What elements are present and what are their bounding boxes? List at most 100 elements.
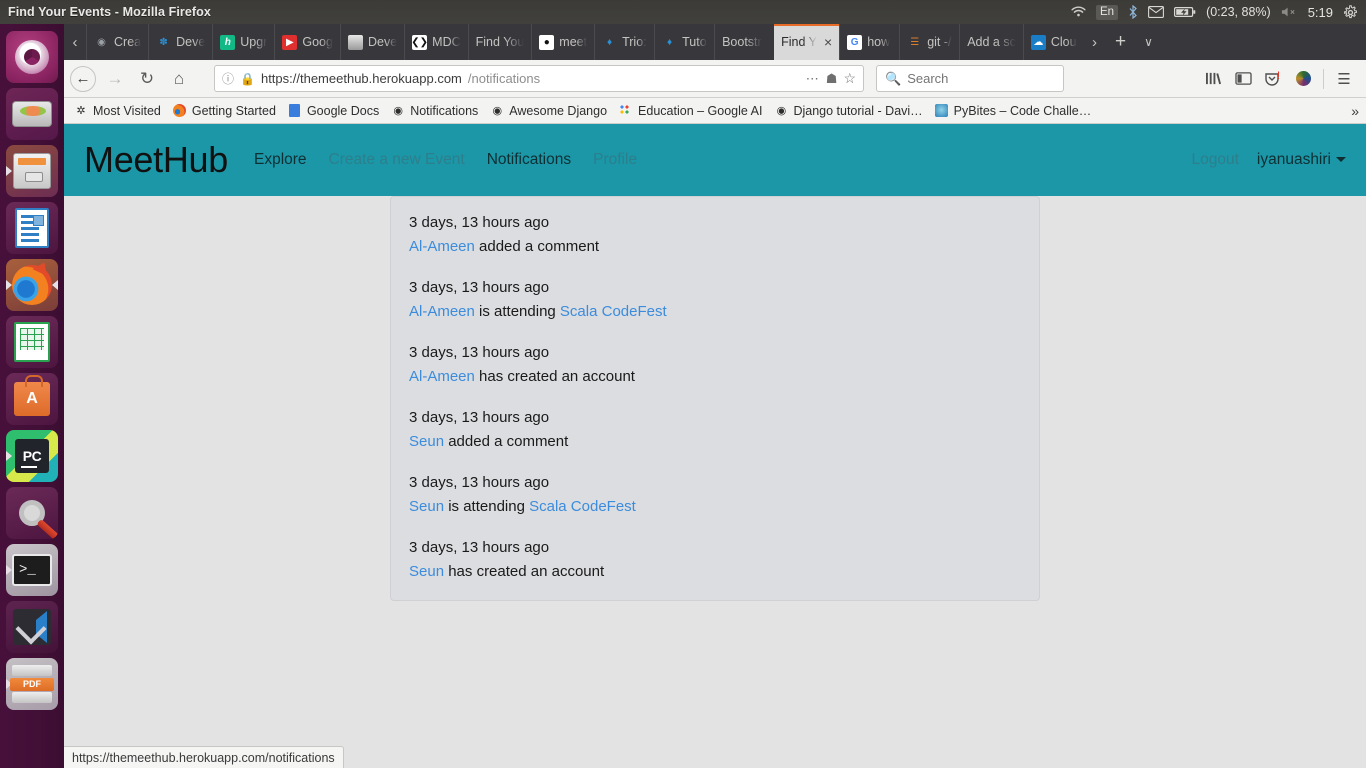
url-host: https://themeethub.herokuapp.com [260, 71, 462, 86]
bookmark-django-tutorial[interactable]: ◉ Django tutorial - Davi… [768, 100, 928, 121]
launcher-item-system-settings[interactable] [6, 487, 58, 539]
tab-git[interactable]: ☰ git -/ [899, 24, 959, 60]
battery-icon[interactable] [1174, 6, 1196, 18]
site-brand[interactable]: MeetHub [84, 139, 228, 181]
account-avatar-icon[interactable] [1289, 65, 1317, 93]
save-to-pocket-icon[interactable]: ! [1259, 65, 1287, 93]
notification-item: 3 days, 13 hours ago Al-Ameen is attendi… [409, 276, 1021, 324]
launcher-item-firefox[interactable] [6, 259, 58, 311]
launcher-item-disk-usage-analyzer[interactable] [6, 88, 58, 140]
chevron-down-icon[interactable]: ∨ [1136, 24, 1162, 60]
tab-mdc[interactable]: ❮❯ MDC [404, 24, 467, 60]
tab-trio[interactable]: ♦ Trio: [594, 24, 654, 60]
svg-text:!: ! [1277, 71, 1280, 82]
search-bar[interactable]: 🔍 [876, 65, 1064, 92]
tab-find-your-1[interactable]: Find You [467, 24, 532, 60]
nav-link-explore[interactable]: Explore [254, 151, 307, 169]
tab-tuto[interactable]: ♦ Tuto [654, 24, 714, 60]
bookmark-notifications[interactable]: ◉ Notifications [385, 100, 484, 121]
tab-goog[interactable]: ▶ Goog [274, 24, 340, 60]
bookmark-most-visited[interactable]: ✲ Most Visited [68, 100, 167, 121]
git-icon: ☰ [910, 36, 920, 48]
tab-label: MDC [432, 35, 461, 49]
launcher-item-libreoffice-calc[interactable] [6, 316, 58, 368]
tab-label: Bootstr [722, 35, 762, 49]
launcher-item-visual-studio-code[interactable] [6, 601, 58, 653]
notification-target-link[interactable]: Scala CodeFest [529, 498, 636, 515]
tab-label: how [867, 35, 891, 49]
pocket-icon[interactable]: ☗ [826, 71, 838, 87]
tab-crea[interactable]: ◉ Crea [86, 24, 148, 60]
notification-actor-link[interactable]: Seun [409, 433, 444, 450]
tab-bootstrap[interactable]: Bootstr [714, 24, 774, 60]
tab-upgr[interactable]: h Upgr [212, 24, 274, 60]
reload-icon[interactable]: ↻ [132, 65, 162, 93]
launcher-item-ubuntu-software[interactable]: A [6, 373, 58, 425]
launcher-item-pdf-tools[interactable]: PDF [6, 658, 58, 710]
trio-icon: ♦ [667, 36, 673, 48]
hamburger-menu-icon[interactable]: ☰ [1330, 65, 1358, 93]
logout-link[interactable]: Logout [1191, 151, 1238, 169]
unity-launcher: A PC >_ PDF [0, 24, 64, 768]
new-tab-button[interactable]: + [1106, 24, 1136, 60]
bluetooth-icon[interactable] [1128, 5, 1138, 19]
mail-icon[interactable] [1148, 6, 1165, 18]
tab-label: Upgr [240, 35, 268, 49]
notification-actor-link[interactable]: Al-Ameen [409, 368, 475, 385]
volume-muted-icon[interactable] [1281, 6, 1298, 18]
launcher-item-terminal[interactable]: >_ [6, 544, 58, 596]
bookmark-education-google-ai[interactable]: Education – Google AI [613, 100, 768, 121]
tab-meet[interactable]: ● meet [531, 24, 594, 60]
back-arrow-icon[interactable]: ← [70, 65, 96, 92]
notification-target-link[interactable]: Scala CodeFest [560, 303, 667, 320]
site-nav-links: Explore Create a new Event Notifications… [254, 151, 637, 169]
notification-actor-link[interactable]: Seun [409, 498, 444, 515]
launcher-item-libreoffice-writer[interactable] [6, 202, 58, 254]
gear-icon[interactable] [1343, 4, 1358, 20]
tab-find-your-events-active[interactable]: Find Y × [774, 24, 840, 60]
launcher-item-ubuntu-dash[interactable] [6, 31, 58, 83]
tabs-scroll-left-button[interactable]: ‹ [64, 24, 86, 60]
address-bar[interactable]: ⓘ 🔒 https://themeethub.herokuapp.com/not… [214, 65, 864, 92]
tab-clou[interactable]: ☁ Clou [1022, 24, 1084, 60]
wifi-icon[interactable] [1071, 6, 1086, 18]
firefox-window: ‹ ◉ Crea ✽ Deve h Upgr ▶ Goog Deve ❮❯ MD… [64, 24, 1366, 768]
screen: Find Your Events - Mozilla Firefox En (0… [0, 0, 1366, 768]
notification-item: 3 days, 13 hours ago Al-Ameen added a co… [409, 211, 1021, 259]
forward-arrow-icon[interactable]: → [100, 65, 130, 93]
user-menu[interactable]: iyanuashiri [1257, 151, 1346, 169]
search-input[interactable] [907, 71, 1048, 86]
tab-how[interactable]: G how [839, 24, 899, 60]
tabs-scroll-right-button[interactable]: › [1084, 24, 1106, 60]
notification-actor-link[interactable]: Al-Ameen [409, 303, 475, 320]
tab-label: Trio: [622, 35, 647, 49]
notification-actor-link[interactable]: Seun [409, 563, 444, 580]
bookmark-awesome-django[interactable]: ◉ Awesome Django [484, 100, 613, 121]
launcher-item-pycharm[interactable]: PC [6, 430, 58, 482]
close-icon[interactable]: × [824, 34, 832, 50]
tab-deve-1[interactable]: ✽ Deve [148, 24, 212, 60]
page-info-icon[interactable]: ⓘ [222, 70, 234, 87]
bookmark-google-docs[interactable]: Google Docs [282, 100, 385, 121]
library-icon[interactable] [1199, 65, 1227, 93]
bookmark-label: Notifications [410, 103, 479, 118]
clock[interactable]: 5:19 [1308, 5, 1333, 20]
launcher-item-files-nautilus[interactable] [6, 145, 58, 197]
bookmarks-overflow-button[interactable]: » [1344, 103, 1366, 119]
star-icon[interactable]: ☆ [843, 70, 856, 87]
notification-actor-link[interactable]: Al-Ameen [409, 238, 475, 255]
nav-link-profile[interactable]: Profile [593, 151, 637, 169]
bookmark-getting-started[interactable]: Getting Started [167, 100, 282, 121]
home-icon[interactable]: ⌂ [164, 65, 194, 93]
nav-link-notifications[interactable]: Notifications [487, 151, 571, 169]
notification-verb: has created an account [444, 563, 605, 580]
nav-link-create-a-new-event[interactable]: Create a new Event [329, 151, 465, 169]
tab-add-a-sc[interactable]: Add a sc [959, 24, 1023, 60]
ellipsis-icon[interactable]: ⋯ [806, 71, 820, 87]
sidebar-icon[interactable] [1229, 65, 1257, 93]
bookmark-pybites[interactable]: PyBites – Code Challe… [929, 100, 1098, 121]
tab-deve-2[interactable]: Deve [339, 24, 404, 60]
tab-label: Deve [176, 35, 206, 49]
keyboard-language-indicator[interactable]: En [1095, 4, 1119, 20]
lock-icon[interactable]: 🔒 [240, 72, 255, 86]
